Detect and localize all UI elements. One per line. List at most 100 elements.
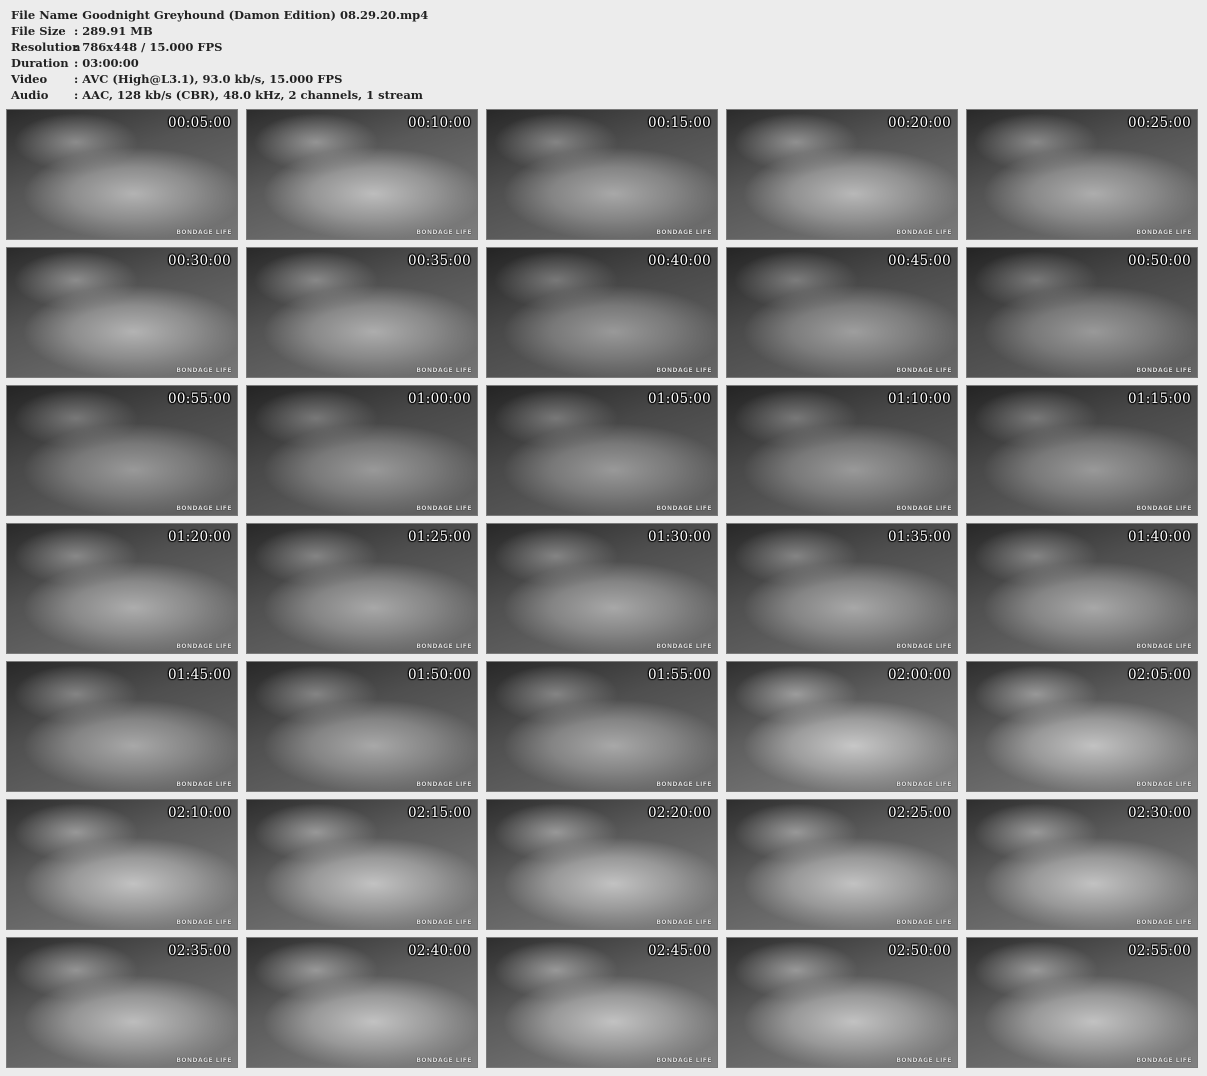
thumbnail-timestamp: 01:50:00	[407, 667, 471, 683]
video-thumbnail[interactable]: 01:15:00 BONDAGE LIFE	[966, 385, 1198, 516]
info-value: : AVC (High@L3.1), 93.0 kb/s, 15.000 FPS	[74, 72, 343, 86]
video-thumbnail[interactable]: 01:25:00 BONDAGE LIFE	[246, 523, 478, 654]
video-thumbnail[interactable]: 02:35:00 BONDAGE LIFE	[6, 937, 238, 1068]
thumbnail-timestamp: 00:05:00	[167, 115, 231, 131]
video-thumbnail[interactable]: 02:00:00 BONDAGE LIFE	[726, 661, 958, 792]
thumbnail-timestamp: 00:30:00	[167, 253, 231, 269]
thumbnail-timestamp: 01:30:00	[647, 529, 711, 545]
thumbnail-timestamp: 01:45:00	[167, 667, 231, 683]
watermark-logo: BONDAGE LIFE	[896, 229, 952, 236]
info-label: Audio	[11, 88, 49, 102]
thumbnail-timestamp: 01:55:00	[647, 667, 711, 683]
video-thumbnail[interactable]: 00:05:00 BONDAGE LIFE	[6, 109, 238, 240]
video-thumbnail[interactable]: 01:10:00 BONDAGE LIFE	[726, 385, 958, 516]
info-row: File Name: Goodnight Greyhound (Damon Ed…	[11, 7, 428, 23]
thumbnail-timestamp: 02:30:00	[1127, 805, 1191, 821]
watermark-logo: BONDAGE LIFE	[656, 781, 712, 788]
thumbnail-timestamp: 00:15:00	[647, 115, 711, 131]
info-value: : 786x448 / 15.000 FPS	[74, 40, 223, 54]
video-thumbnail[interactable]: 01:00:00 BONDAGE LIFE	[246, 385, 478, 516]
info-row: Resolution: 786x448 / 15.000 FPS	[11, 39, 428, 55]
watermark-logo: BONDAGE LIFE	[896, 1057, 952, 1064]
video-thumbnail[interactable]: 01:35:00 BONDAGE LIFE	[726, 523, 958, 654]
watermark-logo: BONDAGE LIFE	[656, 367, 712, 374]
thumbnail-timestamp: 01:15:00	[1127, 391, 1191, 407]
watermark-logo: BONDAGE LIFE	[656, 919, 712, 926]
video-thumbnail[interactable]: 01:55:00 BONDAGE LIFE	[486, 661, 718, 792]
watermark-logo: BONDAGE LIFE	[896, 367, 952, 374]
watermark-logo: BONDAGE LIFE	[416, 781, 472, 788]
watermark-logo: BONDAGE LIFE	[656, 1057, 712, 1064]
video-thumbnail[interactable]: 00:35:00 BONDAGE LIFE	[246, 247, 478, 378]
thumbnail-timestamp: 02:40:00	[407, 943, 471, 959]
video-thumbnail[interactable]: 01:50:00 BONDAGE LIFE	[246, 661, 478, 792]
info-value: : AAC, 128 kb/s (CBR), 48.0 kHz, 2 chann…	[74, 88, 423, 102]
thumbnail-timestamp: 02:00:00	[887, 667, 951, 683]
watermark-logo: BONDAGE LIFE	[416, 1057, 472, 1064]
video-thumbnail[interactable]: 00:50:00 BONDAGE LIFE	[966, 247, 1198, 378]
video-thumbnail[interactable]: 02:45:00 BONDAGE LIFE	[486, 937, 718, 1068]
thumbnail-timestamp: 02:05:00	[1127, 667, 1191, 683]
watermark-logo: BONDAGE LIFE	[1136, 1057, 1192, 1064]
video-thumbnail[interactable]: 00:20:00 BONDAGE LIFE	[726, 109, 958, 240]
watermark-logo: BONDAGE LIFE	[416, 367, 472, 374]
video-thumbnail[interactable]: 02:25:00 BONDAGE LIFE	[726, 799, 958, 930]
info-label: Video	[11, 72, 48, 86]
video-thumbnail[interactable]: 01:20:00 BONDAGE LIFE	[6, 523, 238, 654]
watermark-logo: BONDAGE LIFE	[1136, 229, 1192, 236]
thumbnail-timestamp: 02:50:00	[887, 943, 951, 959]
info-row: Audio : AAC, 128 kb/s (CBR), 48.0 kHz, 2 …	[11, 87, 428, 103]
video-thumbnail[interactable]: 00:25:00 BONDAGE LIFE	[966, 109, 1198, 240]
thumbnail-timestamp: 01:25:00	[407, 529, 471, 545]
video-thumbnail[interactable]: 02:15:00 BONDAGE LIFE	[246, 799, 478, 930]
thumbnail-timestamp: 00:40:00	[647, 253, 711, 269]
info-label: Duration	[11, 56, 69, 70]
info-row: Video : AVC (High@L3.1), 93.0 kb/s, 15.00…	[11, 71, 428, 87]
video-thumbnail[interactable]: 02:40:00 BONDAGE LIFE	[246, 937, 478, 1068]
thumbnail-timestamp: 00:45:00	[887, 253, 951, 269]
video-thumbnail[interactable]: 01:30:00 BONDAGE LIFE	[486, 523, 718, 654]
watermark-logo: BONDAGE LIFE	[416, 643, 472, 650]
watermark-logo: BONDAGE LIFE	[176, 505, 232, 512]
video-thumbnail[interactable]: 02:05:00 BONDAGE LIFE	[966, 661, 1198, 792]
thumbnail-timestamp: 01:10:00	[887, 391, 951, 407]
thumbnail-timestamp: 01:35:00	[887, 529, 951, 545]
watermark-logo: BONDAGE LIFE	[656, 505, 712, 512]
video-thumbnail[interactable]: 00:40:00 BONDAGE LIFE	[486, 247, 718, 378]
thumbnail-timestamp: 01:05:00	[647, 391, 711, 407]
watermark-logo: BONDAGE LIFE	[176, 367, 232, 374]
video-thumbnail[interactable]: 00:45:00 BONDAGE LIFE	[726, 247, 958, 378]
thumbnail-timestamp: 02:15:00	[407, 805, 471, 821]
video-thumbnail[interactable]: 00:10:00 BONDAGE LIFE	[246, 109, 478, 240]
watermark-logo: BONDAGE LIFE	[896, 643, 952, 650]
thumbnail-timestamp: 00:10:00	[407, 115, 471, 131]
video-thumbnail[interactable]: 01:40:00 BONDAGE LIFE	[966, 523, 1198, 654]
video-thumbnail[interactable]: 02:30:00 BONDAGE LIFE	[966, 799, 1198, 930]
thumbnail-timestamp: 02:55:00	[1127, 943, 1191, 959]
video-thumbnail[interactable]: 00:30:00 BONDAGE LIFE	[6, 247, 238, 378]
watermark-logo: BONDAGE LIFE	[176, 919, 232, 926]
video-thumbnail[interactable]: 02:20:00 BONDAGE LIFE	[486, 799, 718, 930]
thumbnail-timestamp: 00:55:00	[167, 391, 231, 407]
video-thumbnail[interactable]: 00:55:00 BONDAGE LIFE	[6, 385, 238, 516]
watermark-logo: BONDAGE LIFE	[1136, 643, 1192, 650]
video-thumbnail[interactable]: 00:15:00 BONDAGE LIFE	[486, 109, 718, 240]
video-thumbnail[interactable]: 02:10:00 BONDAGE LIFE	[6, 799, 238, 930]
thumbnail-timestamp: 02:35:00	[167, 943, 231, 959]
watermark-logo: BONDAGE LIFE	[896, 919, 952, 926]
thumbnail-timestamp: 02:10:00	[167, 805, 231, 821]
video-thumbnail[interactable]: 02:55:00 BONDAGE LIFE	[966, 937, 1198, 1068]
thumbnail-timestamp: 00:35:00	[407, 253, 471, 269]
thumbnail-timestamp: 00:20:00	[887, 115, 951, 131]
video-thumbnail[interactable]: 01:45:00 BONDAGE LIFE	[6, 661, 238, 792]
thumbnail-timestamp: 01:20:00	[167, 529, 231, 545]
thumbnail-timestamp: 01:40:00	[1127, 529, 1191, 545]
video-thumbnail[interactable]: 01:05:00 BONDAGE LIFE	[486, 385, 718, 516]
watermark-logo: BONDAGE LIFE	[656, 643, 712, 650]
watermark-logo: BONDAGE LIFE	[656, 229, 712, 236]
info-row: Duration: 03:00:00	[11, 55, 428, 71]
video-thumbnail[interactable]: 02:50:00 BONDAGE LIFE	[726, 937, 958, 1068]
info-label: Resolution	[11, 40, 81, 54]
thumbnail-timestamp: 02:45:00	[647, 943, 711, 959]
watermark-logo: BONDAGE LIFE	[176, 781, 232, 788]
